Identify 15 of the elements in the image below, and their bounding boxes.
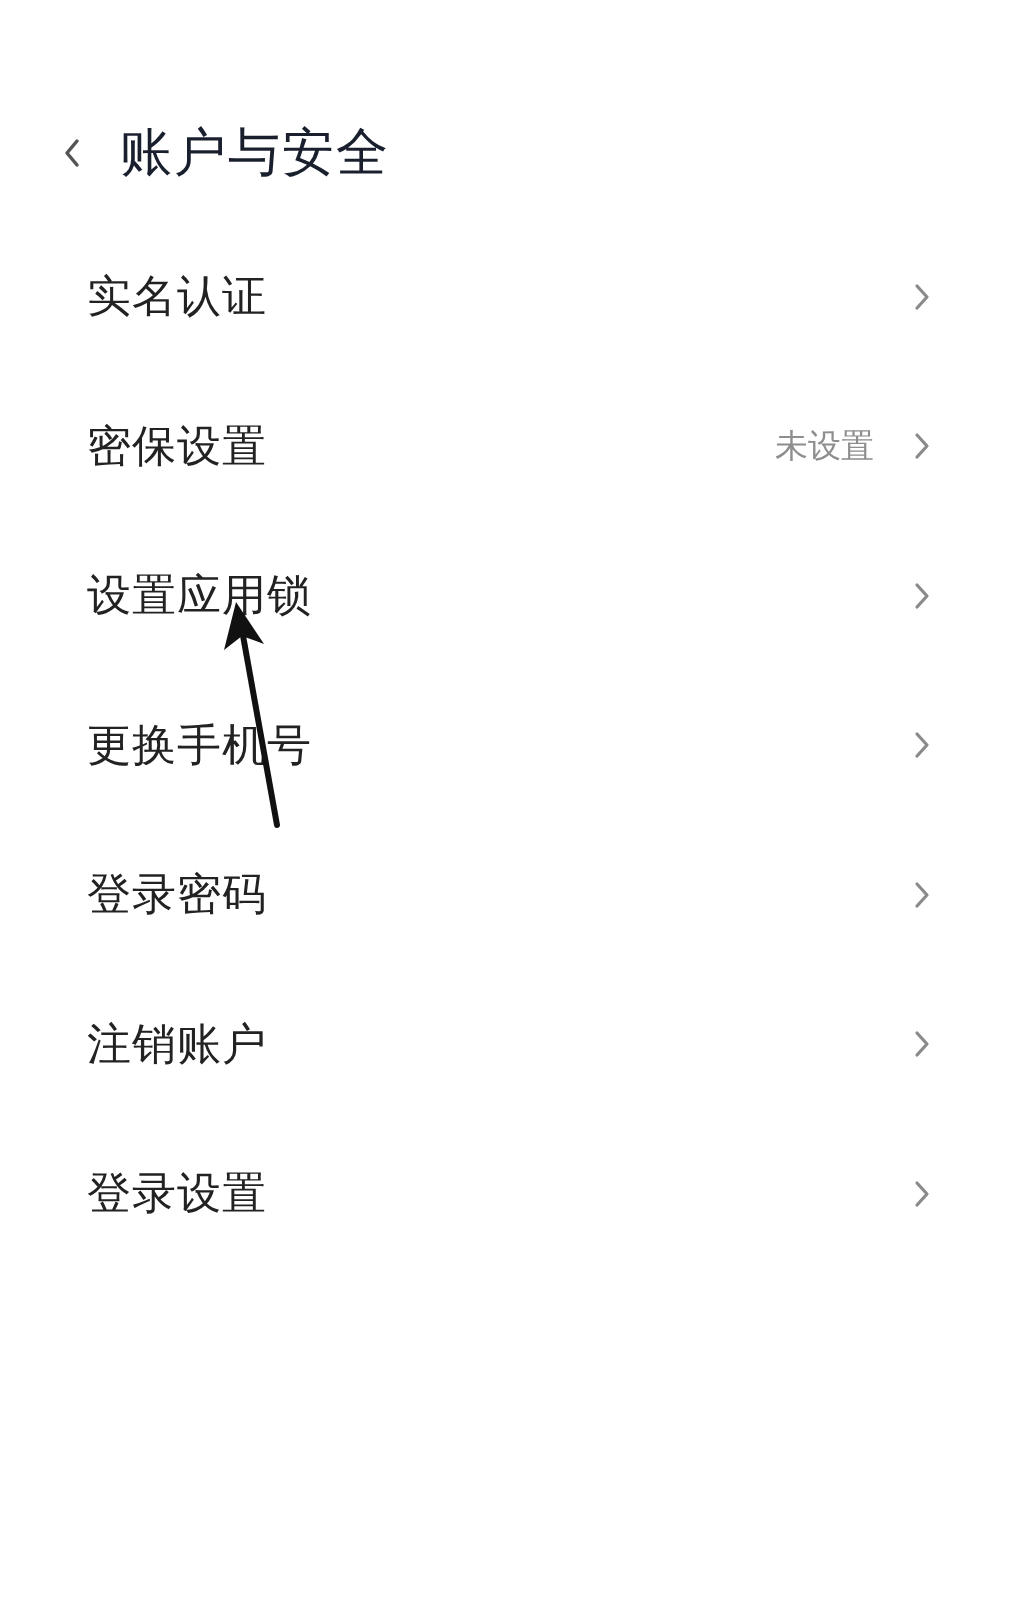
- settings-item[interactable]: 实名认证: [87, 222, 930, 372]
- chevron-icon: [914, 432, 930, 461]
- chevron-icon: [914, 1030, 930, 1059]
- chevron-icon: [914, 880, 930, 909]
- settings-item[interactable]: 登录设置: [87, 1119, 930, 1269]
- chevron-icon: [914, 282, 930, 311]
- chevron-icon: [914, 731, 930, 760]
- settings-item[interactable]: 密保设置 未设置: [87, 371, 930, 521]
- back-icon[interactable]: [62, 137, 82, 169]
- settings-item[interactable]: 注销账户: [87, 969, 930, 1119]
- settings-item[interactable]: 设置应用锁: [87, 521, 930, 671]
- chevron-icon: [914, 1179, 930, 1208]
- settings-item[interactable]: 登录密码: [87, 820, 930, 970]
- chevron-icon: [914, 581, 930, 610]
- page-title: 账户与安全: [120, 121, 390, 184]
